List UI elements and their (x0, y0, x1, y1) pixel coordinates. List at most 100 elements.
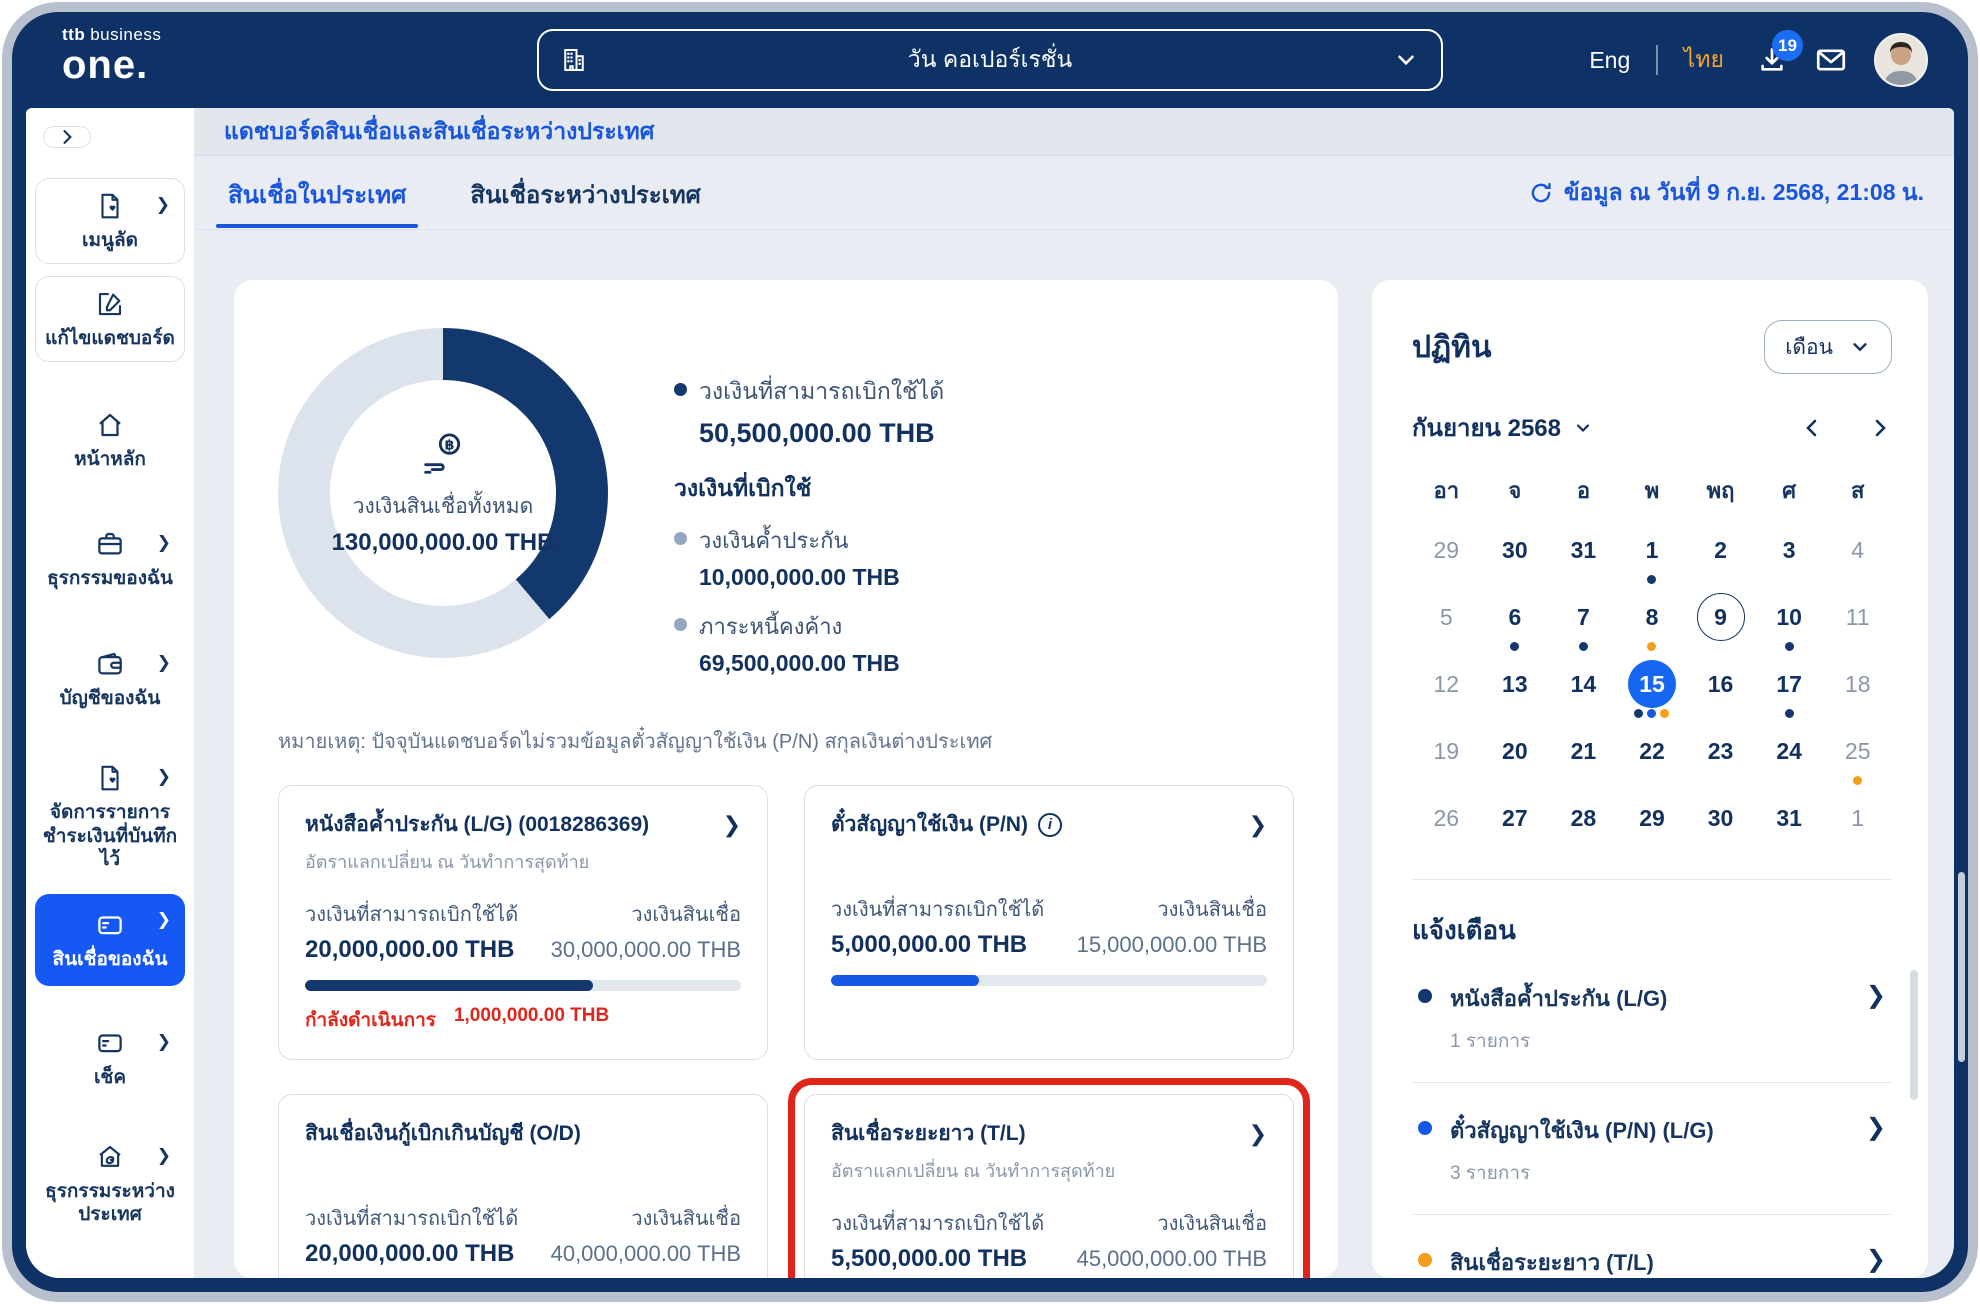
credit-line-value: 30,000,000.00 THB (551, 937, 741, 963)
calendar-day[interactable]: 1 (1823, 786, 1892, 853)
calendar-weekday: พ (1618, 473, 1687, 508)
sidebar-item-label: เมนูลัด (42, 229, 178, 253)
legend-value: 10,000,000.00 THB (699, 564, 944, 591)
calendar-day[interactable]: 21 (1549, 719, 1618, 786)
available-value: 5,500,000.00 THB (831, 1245, 1027, 1273)
notification-count: 1 รายการ (1450, 1026, 1667, 1056)
calendar-prev-button[interactable] (1800, 416, 1824, 440)
chevron-right-icon[interactable]: ❯ (1249, 1121, 1267, 1147)
calendar-event-dot (1647, 709, 1656, 718)
calendar-day[interactable]: 30 (1481, 518, 1550, 585)
calendar-day[interactable]: 30 (1686, 786, 1755, 853)
notification-label: สินเชื่อระยะยาว (T/L) (1450, 1245, 1654, 1278)
page-scrollbar[interactable] (1958, 872, 1965, 1062)
calendar-day[interactable]: 25 (1823, 719, 1892, 786)
loan-card-od[interactable]: สินเชื่อเงินกู้เบิกเกินบัญชี (O/D) วงเงิ… (278, 1094, 768, 1278)
calendar-day[interactable]: 16 (1686, 652, 1755, 719)
chevron-right-icon[interactable]: ❯ (723, 812, 741, 838)
sidebar-item-my-loans[interactable]: ❯ สินเชื่อของฉัน (35, 894, 185, 986)
screenshot-stage: ttbttb businessbusiness one. วัน คอเปอร์… (0, 0, 1980, 1304)
user-avatar[interactable] (1874, 33, 1928, 87)
sidebar-item-my-transactions[interactable]: ❯ ธุรกรรมของฉัน (35, 517, 185, 601)
sidebar-item-edit-dashboard[interactable]: แก้ไขแดชบอร์ด (35, 276, 185, 362)
chevron-down-icon (1849, 336, 1871, 358)
sidebar-item-saved-payments[interactable]: ❯ จัดการรายการชำระเงินที่บันทึกไว้ (35, 751, 185, 882)
lang-toggle-th[interactable]: ไทย (1684, 42, 1724, 78)
calendar-weekday: ส (1823, 473, 1892, 508)
calendar-day[interactable]: 15 (1618, 652, 1687, 719)
tab-domestic-loans[interactable]: สินเชื่อในประเทศ (224, 157, 410, 228)
calendar-day[interactable]: 17 (1755, 652, 1824, 719)
chevron-right-icon: ❯ (1866, 1245, 1886, 1274)
chevron-right-icon: ❯ (157, 1032, 171, 1052)
sidebar-item-label: เช็ค (41, 1066, 179, 1090)
calendar-day[interactable]: 5 (1412, 585, 1481, 652)
credit-line-value: 45,000,000.00 THB (1077, 1246, 1267, 1272)
sidebar-item-shortcut-menu[interactable]: ❯ เมนูลัด (35, 178, 185, 264)
refresh-icon (1528, 180, 1554, 206)
notification-item-tl[interactable]: สินเชื่อระยะยาว (T/L) ❯ (1412, 1215, 1892, 1278)
calendar-day[interactable]: 12 (1412, 652, 1481, 719)
loan-card-lg[interactable]: หนังสือค้ำประกัน (L/G) (0018286369) ❯ อั… (278, 785, 768, 1060)
chevron-right-icon: ❯ (157, 653, 171, 673)
calendar-day[interactable]: 10 (1755, 585, 1824, 652)
lang-toggle-en[interactable]: Eng (1589, 47, 1630, 74)
calendar-view-selector[interactable]: เดือน (1764, 320, 1892, 374)
notifications-scrollbar[interactable] (1910, 970, 1918, 1100)
company-selector[interactable]: วัน คอเปอร์เรชั่น (537, 29, 1443, 91)
sidebar-item-cheque[interactable]: ❯ เช็ค (35, 1016, 185, 1100)
calendar-day[interactable]: 19 (1412, 719, 1481, 786)
calendar-day[interactable]: 31 (1755, 786, 1824, 853)
calendar-day[interactable]: 13 (1481, 652, 1550, 719)
chevron-right-icon (1868, 416, 1892, 440)
calendar-day[interactable]: 29 (1412, 518, 1481, 585)
calendar-month-selector[interactable]: กันยายน 2568 (1412, 408, 1593, 447)
calendar-day[interactable]: 7 (1549, 585, 1618, 652)
notification-item-lg[interactable]: หนังสือค้ำประกัน (L/G) 1 รายการ ❯ (1412, 951, 1892, 1083)
tab-international-loans[interactable]: สินเชื่อระหว่างประเทศ (466, 157, 705, 228)
calendar-day[interactable]: 28 (1549, 786, 1618, 853)
calendar-day[interactable]: 31 (1549, 518, 1618, 585)
data-refresh[interactable]: ข้อมูล ณ วันที่ 9 ก.ย. 2568, 21:08 น. (1528, 175, 1924, 211)
calendar-day[interactable]: 29 (1618, 786, 1687, 853)
legend-entry-available: วงเงินที่สามารถเบิกใช้ได้ (674, 374, 944, 410)
calendar-day[interactable]: 3 (1755, 518, 1824, 585)
calendar-day[interactable]: 6 (1481, 585, 1550, 652)
calendar-day[interactable]: 14 (1549, 652, 1618, 719)
notification-item-pn[interactable]: ตั๋วสัญญาใช้เงิน (P/N) (L/G) 3 รายการ ❯ (1412, 1083, 1892, 1215)
mail-button[interactable] (1814, 43, 1848, 77)
calendar-day[interactable]: 20 (1481, 719, 1550, 786)
sidebar-item-international[interactable]: ❯ ธุรกรรมระหว่างประเทศ (35, 1130, 185, 1238)
calendar-day[interactable]: 18 (1823, 652, 1892, 719)
sidebar-expand-button[interactable] (43, 126, 91, 148)
calendar-event-dot (1579, 642, 1588, 651)
legend-value: 50,500,000.00 THB (699, 418, 944, 449)
loan-card-title: สินเชื่อเงินกู้เบิกเกินบัญชี (O/D) (305, 1117, 581, 1150)
info-icon[interactable]: i (1038, 813, 1062, 837)
notification-dot (1418, 989, 1432, 1003)
download-button[interactable]: 19 (1756, 44, 1788, 76)
sidebar-item-home[interactable]: หน้าหลัก (35, 398, 185, 482)
calendar-weekday: พฤ (1686, 473, 1755, 508)
calendar-day[interactable]: 4 (1823, 518, 1892, 585)
calendar-day[interactable]: 22 (1618, 719, 1687, 786)
calendar-day[interactable]: 8 (1618, 585, 1687, 652)
calendar-day[interactable]: 24 (1755, 719, 1824, 786)
sidebar-item-my-accounts[interactable]: ❯ บัญชีของฉัน (35, 637, 185, 721)
loan-card-pn[interactable]: ตั๋วสัญญาใช้เงิน (P/N) i ❯ วงเงินที่สามา… (804, 785, 1294, 1060)
calendar-day[interactable]: 9 (1686, 585, 1755, 652)
main-area: แดชบอร์ดสินเชื่อและสินเชื่อระหว่างประเทศ… (194, 108, 1954, 1278)
calendar-next-button[interactable] (1868, 416, 1892, 440)
chevron-right-icon[interactable]: ❯ (1249, 812, 1267, 838)
loan-card-tl[interactable]: สินเชื่อระยะยาว (T/L) ❯ อัตราแลกเปลี่ยน … (804, 1094, 1294, 1278)
calendar-day[interactable]: 26 (1412, 786, 1481, 853)
calendar-day[interactable]: 27 (1481, 786, 1550, 853)
sidebar-item-ctf[interactable]: CTF (35, 1267, 185, 1278)
page-title: แดชบอร์ดสินเชื่อและสินเชื่อระหว่างประเทศ (224, 114, 654, 150)
calendar-day[interactable]: 11 (1823, 585, 1892, 652)
calendar-event-dot (1647, 642, 1656, 651)
calendar-day[interactable]: 2 (1686, 518, 1755, 585)
loan-overview-card: ฿ วงเงินสินเชื่อทั้งหมด 130,000,000.00 T… (234, 280, 1338, 1278)
calendar-day[interactable]: 1 (1618, 518, 1687, 585)
calendar-day[interactable]: 23 (1686, 719, 1755, 786)
